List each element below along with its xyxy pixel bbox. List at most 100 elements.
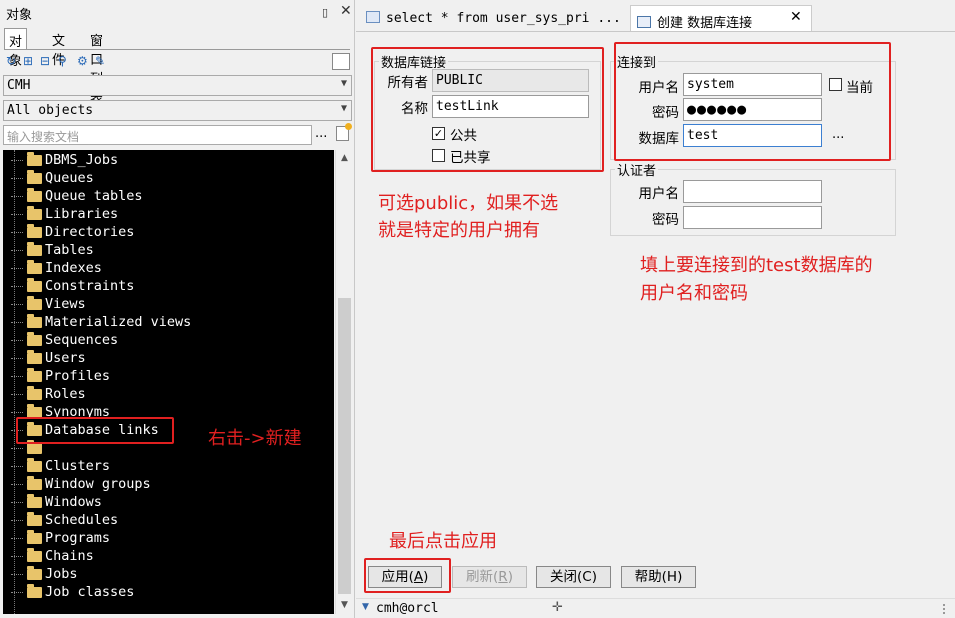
owner-select[interactable]: CMH ▼	[3, 75, 352, 96]
tree-item-label: Queue tables	[45, 188, 143, 204]
tree-item[interactable]: Window groups	[3, 476, 334, 494]
tree-connector	[11, 232, 23, 233]
tree-item[interactable]: Windows	[3, 494, 334, 512]
resize-grip-icon[interactable]	[943, 604, 949, 614]
expand-icon[interactable]: ⊞	[23, 54, 33, 68]
folder-icon	[27, 476, 42, 490]
tree-item-label: Profiles	[45, 368, 111, 384]
document-tabbar: select * from user_sys_pri ... 创建 数据库连接	[356, 5, 955, 32]
tree-item-label: Tables	[45, 242, 94, 258]
status-bar: ▼ cmh@orcl ✛	[356, 598, 955, 618]
tree-item[interactable]: Chains	[3, 548, 334, 566]
tab-files[interactable]: 文件	[48, 28, 69, 68]
tree-item[interactable]: Sequences	[3, 332, 334, 350]
folder-icon	[27, 350, 42, 364]
tree-scrollbar[interactable]: ▲ ▼	[335, 150, 352, 614]
pin-icon[interactable]: ▯	[322, 6, 328, 19]
object-tree[interactable]: DBMS_Jobs Queues Queue tables Libraries Dire…	[3, 150, 334, 614]
folder-icon	[27, 296, 42, 310]
scope-select-value: All objects	[7, 103, 94, 118]
tree-item[interactable]: Libraries	[3, 206, 334, 224]
tab-create-db-link[interactable]: 创建 数据库连接	[630, 5, 812, 32]
collapse-icon[interactable]: ⊟	[40, 54, 50, 68]
tree-item[interactable]: Queue tables	[3, 188, 334, 206]
tree-item[interactable]: Indexes	[3, 260, 334, 278]
tree-item[interactable]: Users	[3, 350, 334, 368]
tree-item-label: Queues	[45, 170, 94, 186]
apply-button[interactable]: 应用(A)	[368, 566, 442, 588]
close-button[interactable]: 关闭(C)	[536, 566, 611, 588]
scroll-up-icon[interactable]: ▲	[336, 150, 353, 167]
folder-icon	[27, 548, 42, 562]
auth-password-label: 密码	[652, 212, 679, 228]
tree-item[interactable]: Materialized views	[3, 314, 334, 332]
new-document-icon[interactable]	[336, 123, 352, 141]
tree-connector	[11, 412, 23, 413]
tree-connector	[11, 538, 23, 539]
annotation-apply-note: 最后点击应用	[389, 531, 497, 552]
search-more-button[interactable]: ...	[315, 126, 327, 141]
folder-icon	[27, 278, 42, 292]
tree-connector	[11, 196, 23, 197]
folder-icon	[27, 242, 42, 256]
tree-item[interactable]: Queues	[3, 170, 334, 188]
tree-item[interactable]: Jobs	[3, 566, 334, 584]
tree-item[interactable]: Schedules	[3, 512, 334, 530]
tree-item[interactable]: Views	[3, 296, 334, 314]
tab-sql-window[interactable]: select * from user_sys_pri ...	[360, 5, 627, 32]
tree-item[interactable]: Job classes	[3, 584, 334, 602]
tree-item-label: Users	[45, 350, 86, 366]
folder-icon	[27, 566, 42, 580]
tree-item[interactable]: Tables	[3, 242, 334, 260]
tree-item[interactable]: DBMS_Jobs	[3, 152, 334, 170]
connection-status[interactable]: cmh@orcl	[376, 601, 439, 616]
tree-connector	[11, 160, 23, 161]
tree-item-label: Sequences	[45, 332, 119, 348]
tree-connector	[11, 304, 23, 305]
tree-connector	[11, 502, 23, 503]
scroll-thumb[interactable]	[338, 298, 351, 594]
owner-select-value: CMH	[7, 78, 31, 93]
filter-icon[interactable]: ⚙	[77, 54, 88, 68]
tree-item-label: Roles	[45, 386, 86, 402]
refresh-label: 刷新	[466, 569, 494, 585]
search-input[interactable]: 输入搜索文档	[3, 125, 312, 145]
tree-item[interactable]: Constraints	[3, 278, 334, 296]
help-button[interactable]: 帮助(H)	[621, 566, 696, 588]
auth-password-field[interactable]	[683, 206, 822, 229]
tab-window-list[interactable]: 窗口列表	[86, 28, 107, 106]
close-icon[interactable]: ✕	[340, 3, 352, 19]
chevron-down-icon[interactable]: ▼	[362, 602, 369, 612]
tree-item-label: Views	[45, 296, 86, 312]
tree-item[interactable]: Profiles	[3, 368, 334, 386]
tree-connector	[11, 466, 23, 467]
pin-icon[interactable]: ✛	[552, 600, 563, 615]
annotation-right-click: 右击->新建	[208, 428, 302, 449]
folder-icon	[27, 188, 42, 202]
tree-connector	[11, 358, 23, 359]
toolbar-blank-button[interactable]	[332, 53, 350, 70]
folder-icon	[27, 440, 42, 454]
tab-create-label: 创建 数据库连接	[657, 16, 753, 31]
chevron-down-icon: ▼	[340, 78, 347, 89]
scope-select[interactable]: All objects ▼	[3, 100, 352, 121]
tree-item[interactable]: Directories	[3, 224, 334, 242]
tree-item[interactable]: Programs	[3, 530, 334, 548]
folder-icon	[27, 386, 42, 400]
tree-item-label: DBMS_Jobs	[45, 152, 119, 168]
find-icon[interactable]: ⚲	[58, 54, 67, 68]
refresh-button[interactable]: 刷新(R)	[452, 566, 527, 588]
folder-icon	[27, 314, 42, 328]
tab-objects[interactable]: 对象	[4, 28, 28, 69]
properties-icon[interactable]: ✎	[95, 54, 105, 68]
authenticator-legend: 认证者	[617, 164, 657, 179]
refresh-icon[interactable]: ↻	[6, 54, 16, 68]
tree-connector	[11, 286, 23, 287]
tree-item[interactable]: Roles	[3, 386, 334, 404]
scroll-down-icon[interactable]: ▼	[336, 597, 353, 614]
close-tab-icon[interactable]: ✕	[790, 9, 802, 25]
auth-user-field[interactable]	[683, 180, 822, 203]
tree-connector	[11, 268, 23, 269]
folder-icon	[27, 584, 42, 598]
tree-item[interactable]: Clusters	[3, 458, 334, 476]
